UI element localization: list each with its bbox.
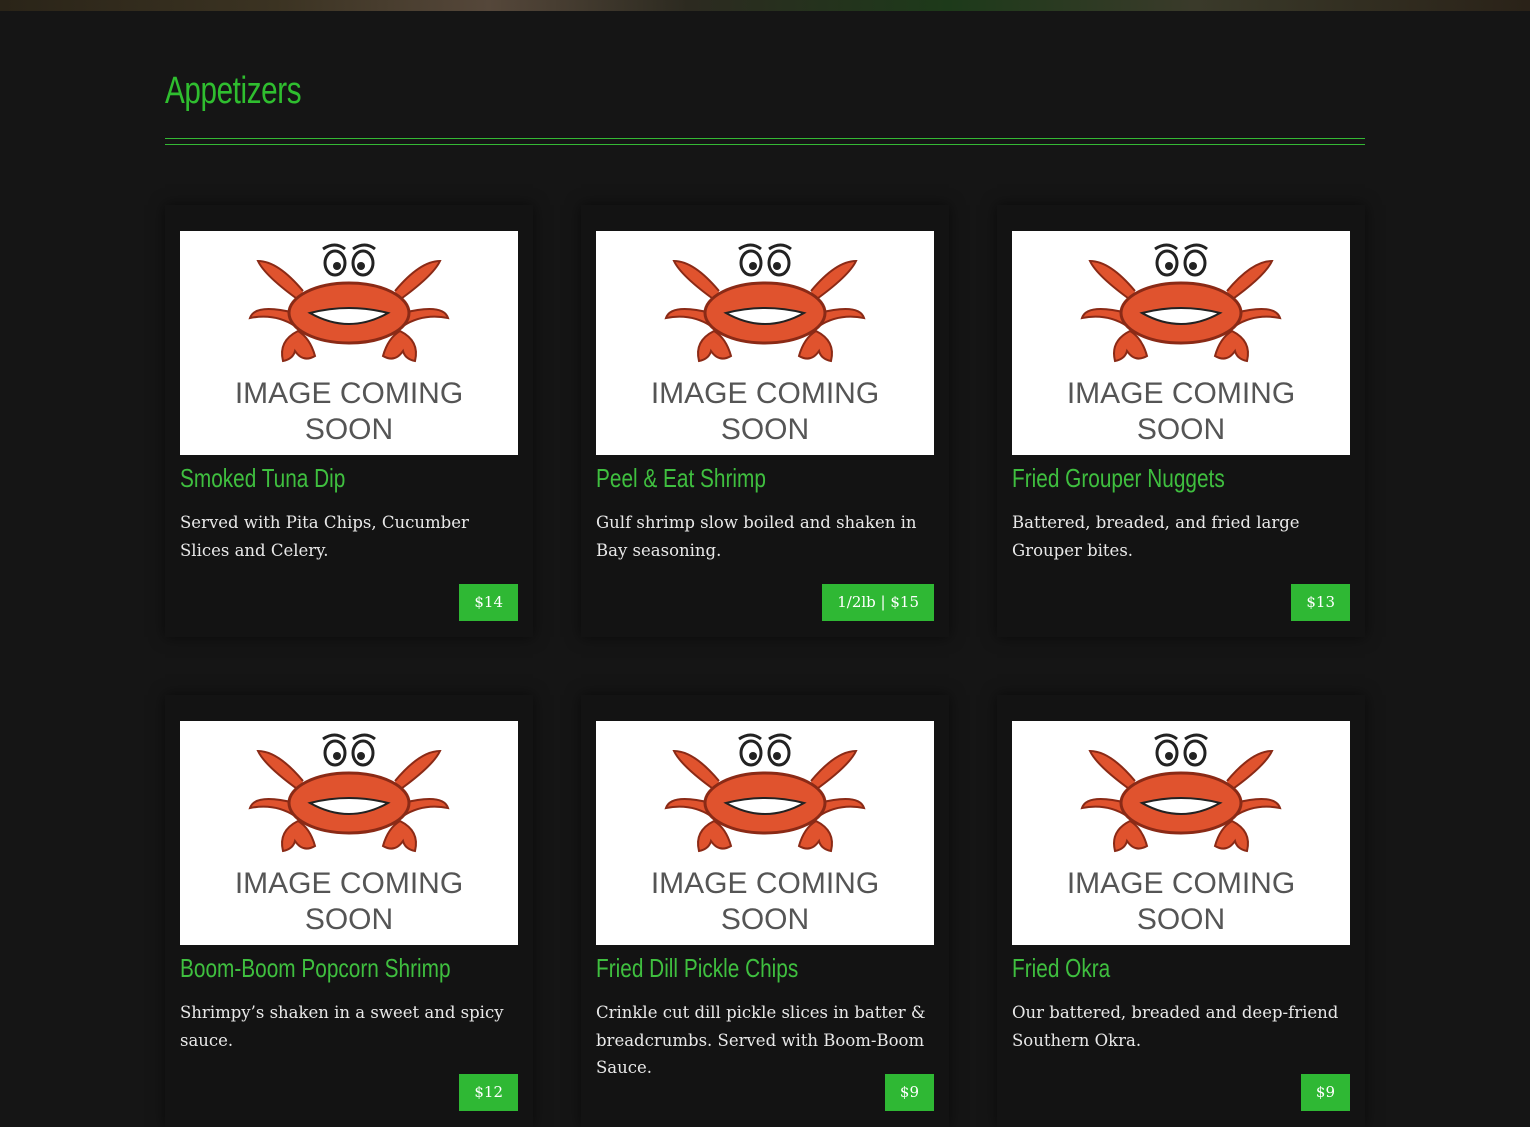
- menu-item-card: IMAGE COMING SOON Boom-Boom Popcorn Shri…: [165, 695, 533, 1127]
- menu-item-card: IMAGE COMING SOON Fried Grouper Nuggets …: [997, 205, 1365, 637]
- section-title: Appetizers: [165, 70, 302, 112]
- placeholder-text-line2: SOON: [1137, 903, 1225, 936]
- placeholder-text-line2: SOON: [721, 903, 809, 936]
- menu-item-card: IMAGE COMING SOON Smoked Tuna Dip Served…: [165, 205, 533, 637]
- menu-item-description: Battered, breaded, and fried large Group…: [1012, 513, 1300, 560]
- menu-item-price: $9: [1300, 1074, 1350, 1111]
- section-divider: [165, 138, 1365, 145]
- menu-item-description: Crinkle cut dill pickle slices in batter…: [596, 1003, 926, 1077]
- placeholder-text-line1: IMAGE COMING: [651, 377, 879, 410]
- menu-item-name: Smoked Tuna Dip: [180, 463, 346, 493]
- placeholder-text-line1: IMAGE COMING: [235, 867, 463, 900]
- placeholder-text-line1: IMAGE COMING: [1067, 377, 1295, 410]
- menu-item-image: IMAGE COMING SOON: [596, 231, 934, 455]
- menu-item-image: IMAGE COMING SOON: [1012, 231, 1350, 455]
- crab-placeholder-icon: IMAGE COMING SOON: [235, 243, 463, 446]
- menu-item-image: IMAGE COMING SOON: [180, 231, 518, 455]
- menu-item-price: $13: [1291, 584, 1350, 621]
- menu-item-price: $9: [884, 1074, 934, 1111]
- menu-item-price: $12: [459, 1074, 518, 1111]
- menu-item-name: Fried Grouper Nuggets: [1012, 463, 1225, 493]
- menu-item-price: $14: [459, 584, 518, 621]
- menu-item-card: IMAGE COMING SOON Fried Okra Our battere…: [997, 695, 1365, 1127]
- menu-item-name: Boom-Boom Popcorn Shrimp: [180, 953, 451, 983]
- crab-placeholder-icon: IMAGE COMING SOON: [651, 733, 879, 936]
- placeholder-text-line2: SOON: [721, 413, 809, 446]
- menu-item-price: 1/2lb | $15: [822, 584, 934, 621]
- menu-item-description: Shrimpy’s shaken in a sweet and spicy sa…: [180, 1003, 504, 1050]
- crab-placeholder-icon: IMAGE COMING SOON: [651, 243, 879, 446]
- crab-placeholder-icon: IMAGE COMING SOON: [1067, 243, 1295, 446]
- menu-item-card: IMAGE COMING SOON Fried Dill Pickle Chip…: [581, 695, 949, 1127]
- crab-placeholder-icon: IMAGE COMING SOON: [235, 733, 463, 936]
- menu-item-name: Fried Dill Pickle Chips: [596, 953, 799, 983]
- menu-item-image: IMAGE COMING SOON: [596, 721, 934, 945]
- appetizers-section: Appetizers IMAGE COMING SOON Smoked Tuna…: [165, 0, 1365, 1127]
- menu-item-description: Gulf shrimp slow boiled and shaken in Ba…: [596, 513, 917, 560]
- placeholder-text-line1: IMAGE COMING: [235, 377, 463, 410]
- placeholder-text-line2: SOON: [305, 413, 393, 446]
- placeholder-text-line1: IMAGE COMING: [1067, 867, 1295, 900]
- menu-item-name: Fried Okra: [1012, 953, 1111, 983]
- menu-item-image: IMAGE COMING SOON: [180, 721, 518, 945]
- menu-item-image: IMAGE COMING SOON: [1012, 721, 1350, 945]
- placeholder-text-line2: SOON: [1137, 413, 1225, 446]
- menu-item-card: IMAGE COMING SOON Peel & Eat Shrimp Gulf…: [581, 205, 949, 637]
- crab-placeholder-icon: IMAGE COMING SOON: [1067, 733, 1295, 936]
- placeholder-text-line2: SOON: [305, 903, 393, 936]
- placeholder-text-line1: IMAGE COMING: [651, 867, 879, 900]
- menu-item-description: Our battered, breaded and deep-friend So…: [1012, 1003, 1339, 1050]
- menu-item-description: Served with Pita Chips, Cucumber Slices …: [180, 513, 469, 560]
- menu-item-name: Peel & Eat Shrimp: [596, 463, 766, 493]
- menu-grid: IMAGE COMING SOON Smoked Tuna Dip Served…: [165, 205, 1365, 1127]
